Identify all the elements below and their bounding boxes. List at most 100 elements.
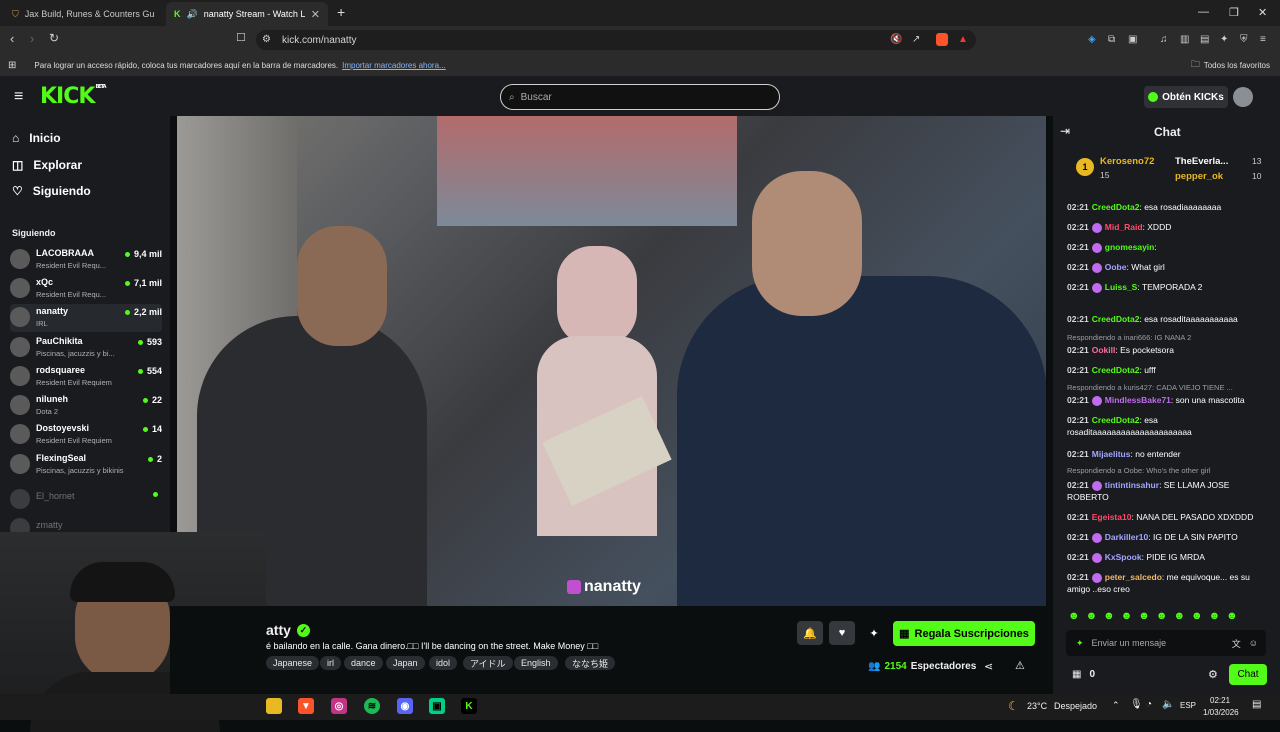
clock-time[interactable]: 02:21 xyxy=(1210,696,1230,705)
chat-settings-icon[interactable]: ⚙ xyxy=(1208,668,1218,681)
chat-input[interactable]: ✦ Enviar un mensaje 文 ☺ xyxy=(1066,630,1266,656)
clock-date[interactable]: 1/03/2026 xyxy=(1203,708,1239,717)
all-favorites-link[interactable]: Todos los favoritos xyxy=(1204,61,1270,70)
channel-row[interactable]: rodsquaree Resident Evil Requiem 554 xyxy=(10,363,162,391)
kick-logo[interactable]: KICKBETA xyxy=(40,84,107,109)
weather-desc[interactable]: Despejado xyxy=(1054,701,1097,711)
apps-icon[interactable]: ⊞ xyxy=(8,60,16,71)
leader-name[interactable]: pepper_ok xyxy=(1175,171,1223,182)
search-bar[interactable]: ⌕ Buscar xyxy=(500,84,780,110)
report-icon[interactable]: ⚠ xyxy=(1015,659,1025,672)
tag[interactable]: English xyxy=(514,656,558,670)
get-kicks-button[interactable]: Obtén KICKs xyxy=(1144,86,1228,108)
browser-tab-jax[interactable]: ⛉ Jax Build, Runes & Counters Guide fo xyxy=(4,2,164,26)
screenshot-icon[interactable]: ▣ xyxy=(1128,34,1137,45)
tag[interactable]: dance xyxy=(344,656,383,670)
chat-username[interactable]: Ookill xyxy=(1092,345,1116,355)
bookmark-icon[interactable]: ☐ xyxy=(236,31,246,44)
emoji-icon[interactable]: ☺ xyxy=(1249,638,1258,648)
tag[interactable]: irl xyxy=(320,656,341,670)
channel-row[interactable]: niluneh Dota 2 22 xyxy=(10,392,162,420)
restore-icon[interactable]: ❐ xyxy=(1229,6,1239,19)
spotify-icon[interactable]: ≋ xyxy=(364,698,380,714)
sidebar-item-explorar[interactable]: ◫ Explorar xyxy=(12,158,82,172)
notification-bell-button[interactable]: 🔔 xyxy=(797,621,823,645)
extensions-icon[interactable]: ⧉ xyxy=(1108,34,1115,45)
emote-bar[interactable]: ☻☻☻☻☻☻☻☻☻☻ xyxy=(1068,610,1244,622)
share-icon[interactable]: ⋖ xyxy=(984,660,993,673)
vpn-icon[interactable]: ⛨ xyxy=(1240,34,1248,45)
tray-chevron-icon[interactable]: ⌃ xyxy=(1112,700,1120,711)
leader-name[interactable]: Keroseno72 xyxy=(1100,156,1154,167)
mic-icon[interactable]: 🎙 xyxy=(1130,699,1143,710)
hamburger-menu-icon[interactable]: ≡ xyxy=(14,88,23,106)
import-bookmarks-link[interactable]: Importar marcadores ahora... xyxy=(342,61,446,70)
chat-username[interactable]: Egeista10 xyxy=(1092,512,1132,522)
channel-row[interactable]: LACOBRAAA Resident Evil Requ... 9,4 mil xyxy=(10,246,162,274)
sidebar-item-siguiendo[interactable]: ♡ Siguiendo xyxy=(12,184,91,198)
ai-icon[interactable]: ✦ xyxy=(1220,34,1228,45)
chat-username[interactable]: KxSpook xyxy=(1105,552,1142,562)
menu-icon[interactable]: ≡ xyxy=(1260,34,1266,45)
video-player[interactable]: nanatty xyxy=(177,116,1046,606)
chat-username[interactable]: CreedDota2 xyxy=(1092,365,1140,375)
kick-taskbar-icon[interactable]: K xyxy=(461,698,477,714)
instagram-icon[interactable]: ◎ xyxy=(331,698,347,714)
forward-icon[interactable]: › xyxy=(30,31,34,46)
tag[interactable]: アイドル xyxy=(463,656,513,670)
chat-username[interactable]: CreedDota2 xyxy=(1092,314,1140,324)
discord-icon[interactable]: ◉ xyxy=(397,698,413,714)
brave-icon[interactable]: ▼ xyxy=(298,698,314,714)
channel-row[interactable]: Dostoyevski Resident Evil Requiem 14 xyxy=(10,421,162,449)
user-avatar[interactable] xyxy=(1233,87,1253,107)
gift-subs-button[interactable]: ▦ Regala Suscripciones xyxy=(893,621,1035,646)
volume-icon[interactable]: 🔈 xyxy=(1162,699,1174,710)
minimize-icon[interactable]: — xyxy=(1198,6,1209,18)
chat-username[interactable]: Darkiller10 xyxy=(1105,532,1148,542)
chat-username[interactable]: CreedDota2 xyxy=(1092,415,1140,425)
channel-row[interactable]: PauChikita Piscinas, jacuzzis y bi... 593 xyxy=(10,334,162,362)
browser-tab-kick[interactable]: K 🔊 nanatty Stream - Watch Live ✕ xyxy=(166,2,328,26)
chat-username[interactable]: tintintinsahur xyxy=(1105,480,1159,490)
sparkle-button[interactable]: ✦ xyxy=(861,621,887,645)
tag[interactable]: idol xyxy=(429,656,458,670)
rewards-icon[interactable]: ▲ xyxy=(958,34,968,45)
new-tab-button[interactable]: + xyxy=(337,4,345,20)
send-chat-button[interactable]: Chat xyxy=(1229,664,1267,685)
channel-row[interactable]: FlexingSeal Piscinas, jacuzzis y bikinis 2 xyxy=(10,451,162,479)
chat-username[interactable]: Luiss_S xyxy=(1105,282,1138,292)
share-icon[interactable]: ↗ xyxy=(912,34,920,45)
wallet-icon[interactable]: ▤ xyxy=(1200,34,1209,45)
leader-name[interactable]: TheEverla... xyxy=(1175,156,1228,167)
chat-username[interactable]: Mijaelitus xyxy=(1092,449,1131,459)
weather-temp[interactable]: 23°C xyxy=(1027,701,1047,711)
leo-icon[interactable]: ◈ xyxy=(1088,34,1096,45)
back-icon[interactable]: ‹ xyxy=(10,31,14,46)
tag[interactable]: Japan xyxy=(386,656,425,670)
chat-username[interactable]: gnomesayin xyxy=(1105,242,1155,252)
collapse-chat-icon[interactable]: ⇥ xyxy=(1060,124,1070,138)
sidebar-item-inicio[interactable]: ⌂ Inicio xyxy=(12,131,61,145)
reload-icon[interactable]: ↻ xyxy=(49,31,59,45)
language-indicator[interactable]: ESP xyxy=(1180,701,1196,710)
tag[interactable]: ななち姫 xyxy=(565,656,616,670)
chat-username[interactable]: CreedDota2 xyxy=(1092,202,1140,212)
follow-button[interactable]: ♥ xyxy=(829,621,855,645)
file-explorer-icon[interactable] xyxy=(266,698,282,714)
chat-username[interactable]: Mid_Raid xyxy=(1105,222,1143,232)
chat-username[interactable]: MindlessBake71 xyxy=(1105,395,1171,405)
brave-shield-icon[interactable] xyxy=(936,33,948,46)
tag[interactable]: Japanese xyxy=(266,656,320,670)
streamer-name[interactable]: atty ✓ xyxy=(266,622,310,638)
wifi-icon[interactable]: ◔ xyxy=(1146,699,1152,710)
notifications-icon[interactable]: ▤ xyxy=(1252,699,1261,710)
chat-username[interactable]: peter_salcedo xyxy=(1105,572,1162,582)
site-info-icon[interactable]: ⚙ xyxy=(262,34,271,45)
close-tab-icon[interactable]: ✕ xyxy=(311,8,320,21)
url-field[interactable]: kick.com/nanatty xyxy=(256,30,976,50)
channel-row-active[interactable]: nanatty IRL 2,2 mil xyxy=(10,304,162,332)
mute-icon[interactable]: 🔇 xyxy=(890,34,902,45)
kicks-balance[interactable]: ▦ 0 xyxy=(1072,669,1095,680)
close-window-icon[interactable]: ✕ xyxy=(1258,6,1267,19)
app-icon[interactable]: ▣ xyxy=(429,698,445,714)
